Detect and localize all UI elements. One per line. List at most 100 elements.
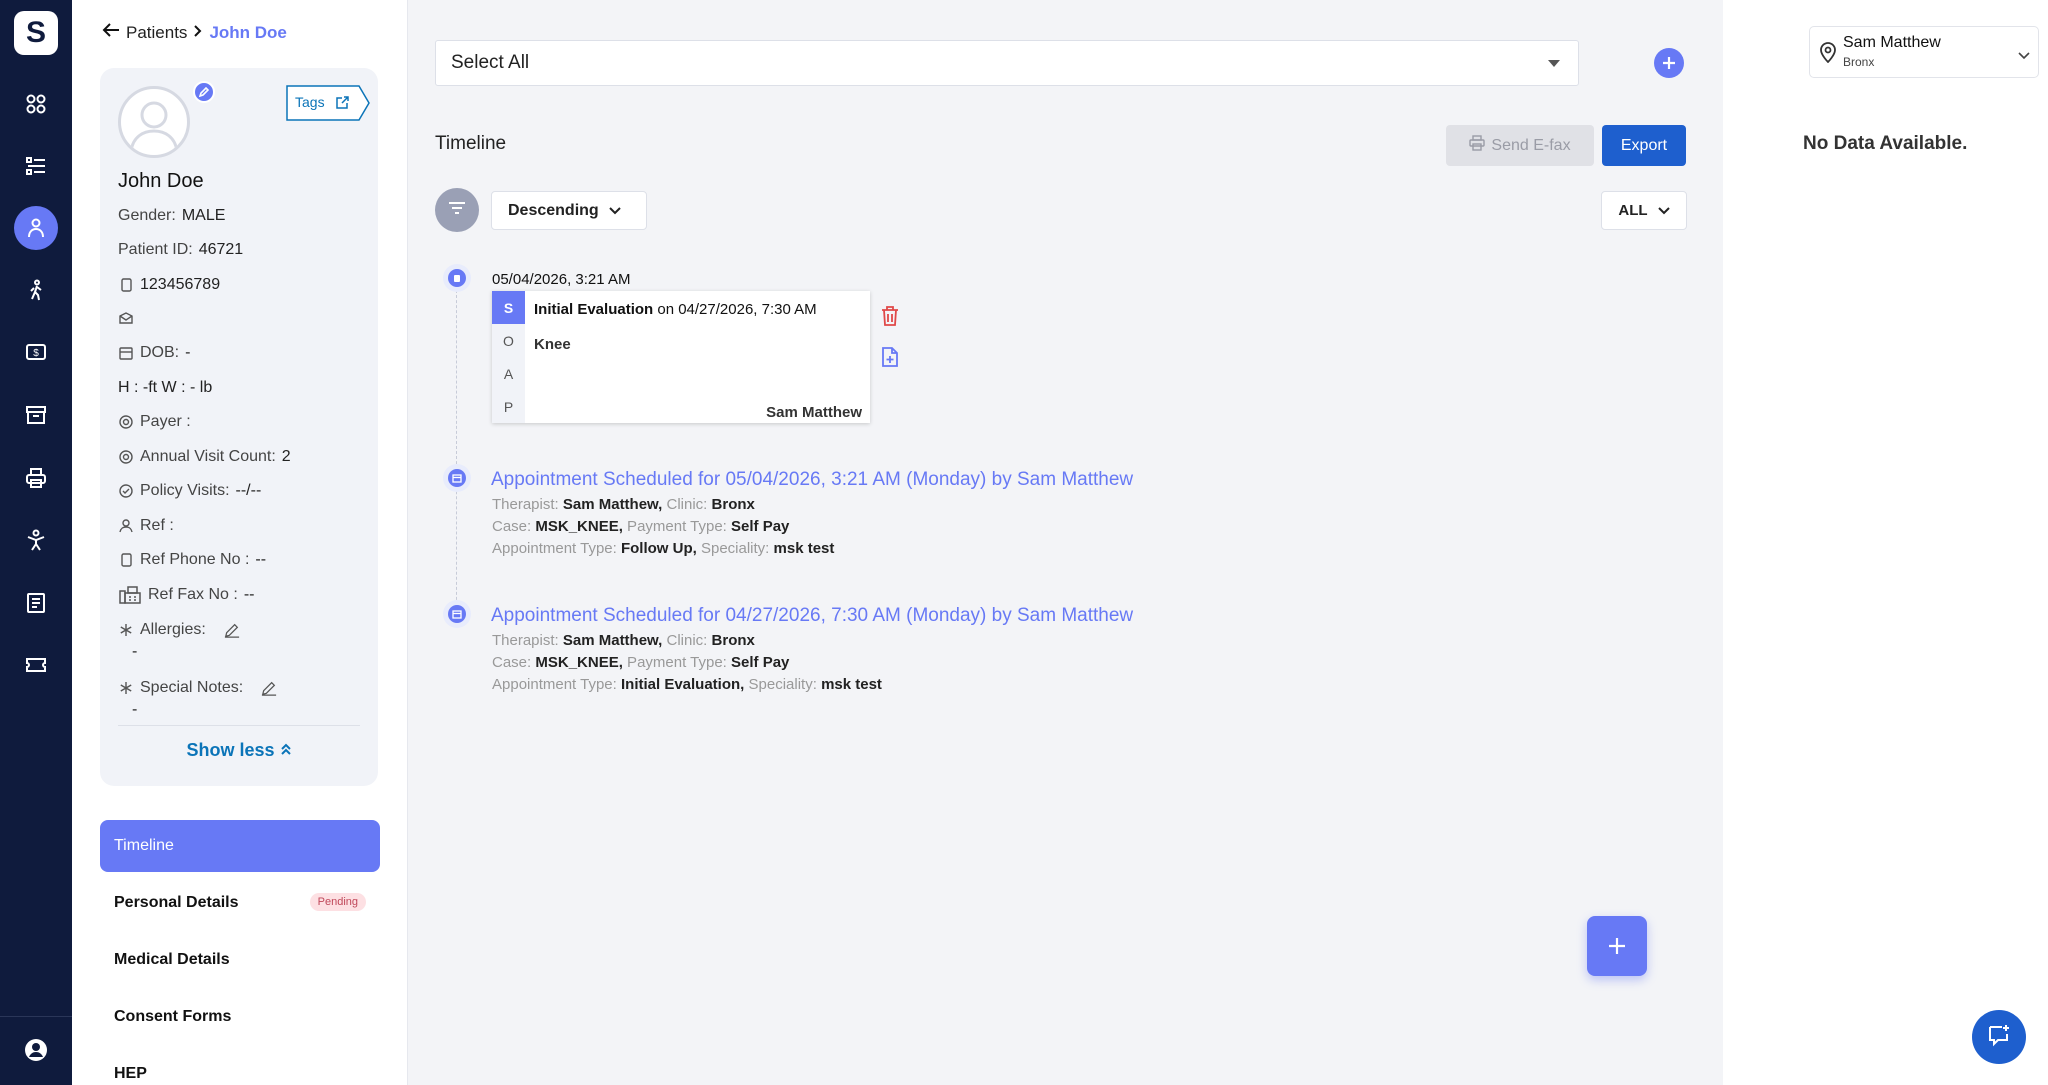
tab-timeline[interactable]: Timeline bbox=[100, 820, 380, 872]
case-label: Case: bbox=[492, 518, 532, 535]
speciality-label: Speciality: bbox=[696, 540, 770, 557]
type-value: Follow Up, bbox=[620, 540, 697, 557]
walking-icon[interactable] bbox=[16, 270, 56, 310]
exercise-icon[interactable] bbox=[16, 520, 56, 560]
billing-icon[interactable]: $ bbox=[16, 332, 56, 372]
dob-row: DOB: - bbox=[118, 344, 190, 362]
document-icon[interactable] bbox=[16, 583, 56, 623]
add-entry-button[interactable] bbox=[1587, 916, 1647, 976]
speciality-value: msk test bbox=[773, 540, 835, 557]
special-notes-row: Special Notes: bbox=[118, 679, 277, 697]
location-dropdown[interactable]: Sam Matthew Bronx bbox=[1809, 26, 2039, 78]
therapist-label: Therapist: bbox=[492, 496, 559, 513]
right-panel: Sam Matthew Bronx No Data Available. bbox=[1723, 0, 2048, 1085]
patient-column: Patients John Doe Tags John Doe Gender: … bbox=[72, 0, 408, 1085]
archive-icon[interactable] bbox=[16, 395, 56, 435]
show-less-label: Show less bbox=[186, 740, 275, 760]
trash-icon[interactable] bbox=[881, 306, 899, 331]
appointment-line-type: Appointment Type: Follow Up, Speciality:… bbox=[492, 540, 834, 557]
note-author: Sam Matthew bbox=[766, 404, 862, 421]
type-label: Appointment Type: bbox=[492, 676, 617, 693]
policy-visits-row: Policy Visits: --/-- bbox=[118, 482, 261, 500]
soap-letter-a[interactable]: A bbox=[492, 357, 525, 390]
tab-hep[interactable]: HEP bbox=[100, 1048, 380, 1085]
appointment-line-therapist: Therapist: Sam Matthew, Clinic: Bronx bbox=[492, 632, 755, 649]
visit-count-label: Annual Visit Count: bbox=[140, 448, 276, 465]
email-row bbox=[118, 310, 134, 326]
tab-personal-details[interactable]: Personal Details Pending bbox=[100, 877, 380, 929]
back-arrow-icon[interactable] bbox=[102, 22, 120, 43]
user-account-icon[interactable] bbox=[16, 1030, 56, 1070]
ticket-icon[interactable] bbox=[16, 645, 56, 685]
ref-phone-icon bbox=[118, 552, 134, 568]
patient-id-value: 46721 bbox=[198, 241, 244, 258]
tab-consent-forms[interactable]: Consent Forms bbox=[100, 991, 380, 1043]
sort-dropdown[interactable]: Descending bbox=[491, 191, 647, 230]
soap-note-card[interactable]: S O A P Initial Evaluation on 04/27/2026… bbox=[492, 291, 870, 423]
add-document-icon[interactable] bbox=[881, 347, 899, 372]
phone-row: 123456789 bbox=[118, 276, 220, 294]
send-efax-label: Send E-fax bbox=[1491, 136, 1571, 154]
payer-icon bbox=[118, 414, 134, 430]
type-filter-dropdown[interactable]: ALL bbox=[1601, 191, 1687, 230]
patient-icon[interactable] bbox=[14, 206, 58, 250]
gender-row: Gender: MALE bbox=[118, 207, 225, 225]
avatar bbox=[118, 86, 190, 158]
breadcrumb-patients[interactable]: Patients bbox=[126, 23, 187, 43]
tab-medical-details[interactable]: Medical Details bbox=[100, 934, 380, 986]
export-button[interactable]: Export bbox=[1602, 125, 1686, 166]
show-less-button[interactable]: Show less bbox=[100, 740, 378, 761]
filter-button[interactable] bbox=[435, 188, 479, 232]
chat-icon bbox=[1987, 1023, 2011, 1052]
type-value: Initial Evaluation, bbox=[620, 676, 745, 693]
calendar-icon bbox=[448, 469, 466, 487]
payment-value: Self Pay bbox=[731, 518, 790, 535]
phone-icon bbox=[118, 277, 134, 293]
edit-allergies-icon[interactable] bbox=[224, 622, 240, 638]
breadcrumb: Patients John Doe bbox=[102, 22, 287, 43]
appointment-title-1[interactable]: Appointment Scheduled for 05/04/2026, 3:… bbox=[491, 469, 1133, 491]
tags-button[interactable]: Tags bbox=[286, 85, 370, 121]
svg-text:$: $ bbox=[33, 348, 39, 359]
rail-divider bbox=[0, 1016, 72, 1017]
add-circle-button[interactable] bbox=[1654, 48, 1684, 78]
print-icon[interactable] bbox=[16, 458, 56, 498]
ref-phone-row: Ref Phone No : -- bbox=[118, 551, 266, 569]
clipboard-icon bbox=[448, 269, 466, 287]
phone-value: 123456789 bbox=[140, 276, 221, 293]
gender-label: Gender: bbox=[118, 207, 176, 224]
tab-personal-details-label: Personal Details bbox=[114, 894, 239, 911]
app-logo[interactable]: S bbox=[14, 11, 58, 55]
soap-letter-p[interactable]: P bbox=[492, 390, 525, 423]
note-timestamp: 05/04/2026, 3:21 AM bbox=[492, 271, 631, 288]
location-sub: Bronx bbox=[1843, 55, 1875, 69]
appointment-title-2[interactable]: Appointment Scheduled for 04/27/2026, 7:… bbox=[491, 605, 1133, 627]
appointment-line-case: Case: MSK_KNEE, Payment Type: Self Pay bbox=[492, 518, 789, 535]
edit-avatar-icon[interactable] bbox=[193, 81, 215, 103]
tab-timeline-label: Timeline bbox=[114, 837, 174, 854]
send-efax-button[interactable]: Send E-fax bbox=[1446, 125, 1594, 166]
soap-letter-o[interactable]: O bbox=[492, 324, 525, 357]
tab-consent-forms-label: Consent Forms bbox=[114, 1008, 232, 1025]
chevron-down-icon bbox=[608, 202, 621, 220]
tab-hep-label: HEP bbox=[114, 1065, 147, 1082]
calendar-icon bbox=[118, 345, 134, 361]
speciality-value: msk test bbox=[821, 676, 882, 693]
soap-letter-s[interactable]: S bbox=[492, 291, 525, 324]
appointment-line-therapist: Therapist: Sam Matthew, Clinic: Bronx bbox=[492, 496, 755, 513]
patient-id-label: Patient ID: bbox=[118, 241, 193, 258]
note-title-main: Initial Evaluation bbox=[534, 301, 654, 318]
chat-button[interactable] bbox=[1972, 1010, 2026, 1064]
asterisk-icon bbox=[118, 622, 134, 638]
therapist-label: Therapist: bbox=[492, 632, 559, 649]
list-icon[interactable] bbox=[16, 146, 56, 186]
type-label: Appointment Type: bbox=[492, 540, 617, 557]
select-all-dropdown[interactable]: Select All bbox=[435, 40, 1579, 86]
select-all-value: Select All bbox=[451, 52, 530, 73]
ref-phone-value: -- bbox=[255, 551, 267, 568]
policy-visits-label: Policy Visits: bbox=[140, 482, 230, 499]
dashboard-icon[interactable] bbox=[16, 84, 56, 124]
edit-special-notes-icon[interactable] bbox=[261, 680, 277, 696]
main-content: Select All Timeline Send E-fax Export De… bbox=[409, 0, 1723, 1085]
note-title: Initial Evaluation on 04/27/2026, 7:30 A… bbox=[534, 301, 817, 318]
